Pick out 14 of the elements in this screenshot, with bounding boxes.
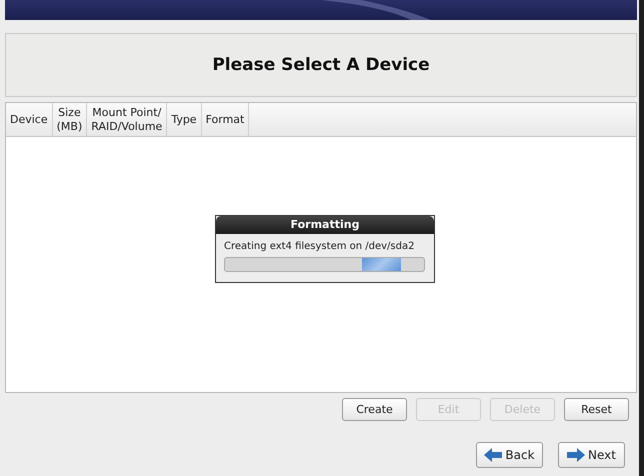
column-header[interactable]: Format xyxy=(202,103,250,136)
column-header[interactable]: Type xyxy=(167,103,202,136)
arrow-left-icon xyxy=(484,448,502,462)
dialog-title: Formatting xyxy=(216,216,434,234)
column-header[interactable]: Device xyxy=(6,103,53,136)
page-title: Please Select A Device xyxy=(212,55,430,75)
progress-message: Creating ext4 filesystem on /dev/sda2 xyxy=(224,241,416,252)
column-header[interactable]: Size (MB) xyxy=(52,103,88,136)
nav-button[interactable]: Back xyxy=(476,442,543,468)
nav-button[interactable]: Next xyxy=(558,442,625,468)
column-header[interactable]: Mount Point/ RAID/Volume xyxy=(87,103,168,136)
action-button[interactable]: Create xyxy=(342,398,407,421)
action-button[interactable]: Reset xyxy=(564,398,629,421)
arrow-right-icon xyxy=(567,448,586,462)
